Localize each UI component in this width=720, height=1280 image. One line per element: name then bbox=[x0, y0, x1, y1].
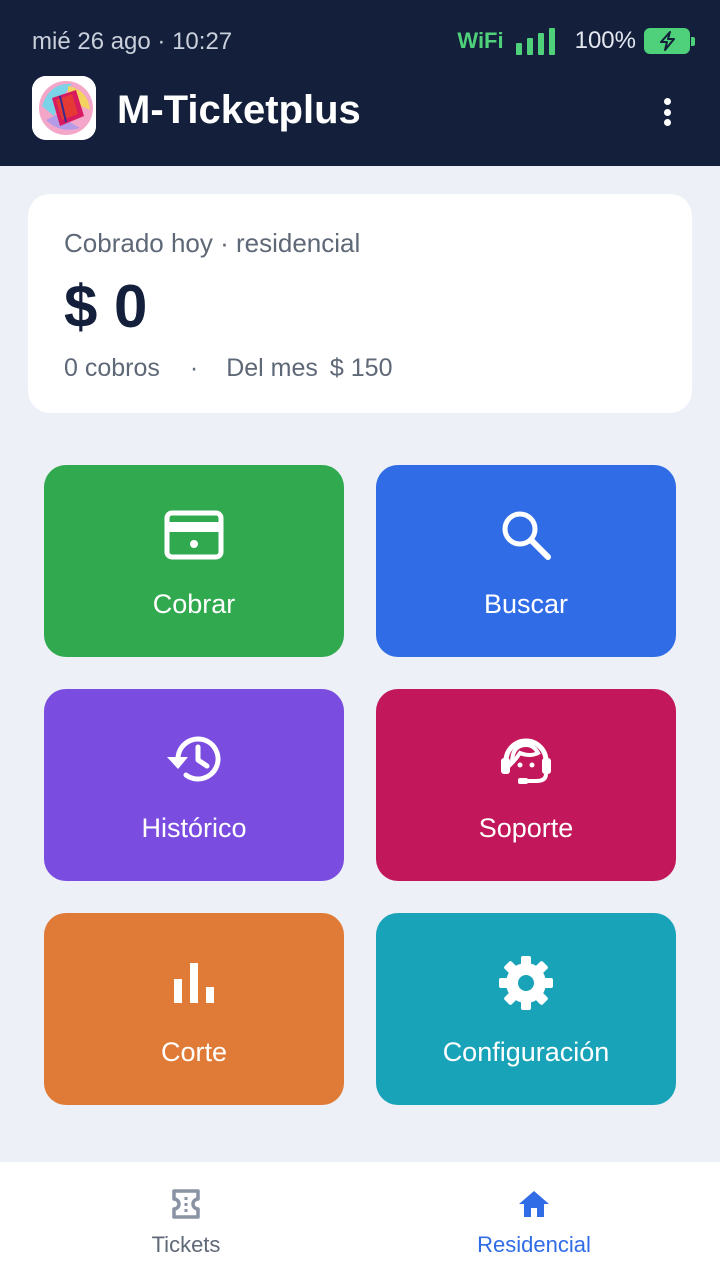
home-icon bbox=[517, 1184, 551, 1224]
cobrar-label: Cobrar bbox=[152, 589, 236, 619]
status-datetime: mié 26 ago · 10:27 bbox=[32, 28, 233, 55]
nav-label-residencial: Residencial bbox=[477, 1232, 591, 1257]
app-bar: M-Ticketplus bbox=[0, 76, 720, 148]
nav-item-tickets[interactable]: Tickets bbox=[6, 1162, 366, 1280]
battery-icon bbox=[644, 28, 695, 54]
card-icon bbox=[164, 505, 224, 565]
summary-amount: $ 0 bbox=[64, 273, 148, 340]
soporte-button[interactable]: Soporte bbox=[376, 689, 676, 881]
wifi-label: WiFi bbox=[457, 28, 504, 53]
gear-icon bbox=[497, 953, 555, 1013]
bottom-nav: Tickets Residencial bbox=[0, 1162, 720, 1280]
bar-chart-icon bbox=[172, 953, 216, 1013]
search-icon bbox=[498, 505, 554, 565]
nav-label-tickets: Tickets bbox=[151, 1232, 221, 1257]
summary-label: Cobrado hoy · residencial bbox=[64, 228, 361, 258]
corte-button[interactable]: Corte bbox=[44, 913, 344, 1105]
historico-label: Histórico bbox=[141, 813, 247, 843]
more-vert-icon[interactable] bbox=[652, 92, 682, 132]
summary-card: Cobrado hoy · residencial $ 0 0 cobros ·… bbox=[28, 194, 692, 413]
summary-count: 0 cobros bbox=[64, 354, 160, 382]
buscar-label: Buscar bbox=[483, 589, 569, 619]
month-amount: $ 150 bbox=[329, 354, 393, 382]
signal-icon bbox=[515, 27, 555, 55]
buscar-button[interactable]: Buscar bbox=[376, 465, 676, 657]
summary-separator: · bbox=[189, 354, 199, 382]
app-title: M-Ticketplus bbox=[117, 88, 361, 132]
configuracion-label: Configuración bbox=[442, 1037, 610, 1067]
support-agent-icon bbox=[496, 729, 556, 789]
soporte-label: Soporte bbox=[478, 813, 574, 843]
app-logo-icon bbox=[32, 76, 96, 140]
historico-button[interactable]: Histórico bbox=[44, 689, 344, 881]
ticket-icon bbox=[171, 1184, 201, 1224]
summary-meta: 0 cobros · Del mes $ 150 bbox=[64, 354, 392, 383]
app-header: mié 26 ago · 10:27 WiFi 100% M-Ticketplu… bbox=[0, 0, 720, 166]
configuracion-button[interactable]: Configuración bbox=[376, 913, 676, 1105]
status-bar: mié 26 ago · 10:27 WiFi 100% bbox=[0, 0, 720, 80]
history-icon bbox=[164, 729, 224, 789]
battery-percent: 100% bbox=[574, 27, 636, 54]
cobrar-button[interactable]: Cobrar bbox=[44, 465, 344, 657]
status-indicators: WiFi 100% bbox=[457, 24, 695, 58]
nav-item-residencial[interactable]: Residencial bbox=[354, 1162, 714, 1280]
corte-label: Corte bbox=[160, 1037, 228, 1067]
month-label: Del mes bbox=[226, 354, 318, 382]
